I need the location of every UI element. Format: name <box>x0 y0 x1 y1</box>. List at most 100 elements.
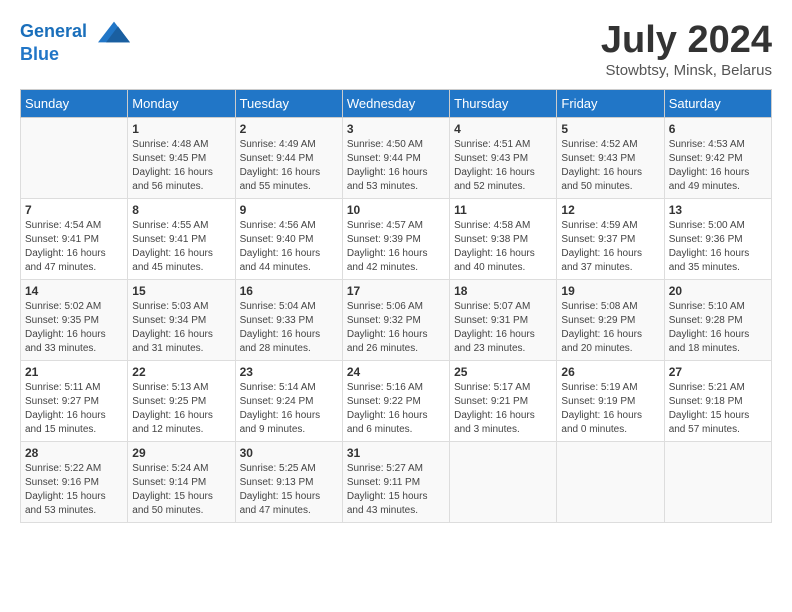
day-sun-info: Sunrise: 4:48 AM Sunset: 9:45 PM Dayligh… <box>132 138 230 194</box>
calendar-cell: 3Sunrise: 4:50 AM Sunset: 9:44 PM Daylig… <box>342 117 449 198</box>
calendar-cell: 10 Sunrise: 4:57 AM Sunset: 9:39 PM Dayli… <box>342 198 449 279</box>
calendar-cell: 8 Sunrise: 4:55 AM Sunset: 9:41 PM Daylig… <box>128 198 235 279</box>
title-block: July 2024 Stowbtsy, Minsk, Belarus <box>601 20 772 79</box>
location-subtitle: Stowbtsy, Minsk, Belarus <box>601 62 772 79</box>
day-sun-info: Sunrise: 5:22 AM Sunset: 9:16 PM Dayligh… <box>25 462 123 518</box>
day-of-week-header: Sunday <box>21 89 128 117</box>
calendar-cell: 29 Sunrise: 5:24 AM Sunset: 9:14 PM Dayli… <box>128 441 235 522</box>
day-sun-info: Sunrise: 5:14 AM Sunset: 9:24 PM Dayligh… <box>240 381 338 437</box>
day-sun-info: Sunrise: 4:53 AM Sunset: 9:42 PM Dayligh… <box>669 138 767 194</box>
day-number: 19 <box>561 284 659 298</box>
logo-text: General <box>20 20 132 44</box>
calendar-cell: 26 Sunrise: 5:19 AM Sunset: 9:19 PM Dayli… <box>557 360 664 441</box>
day-sun-info: Sunrise: 5:21 AM Sunset: 9:18 PM Dayligh… <box>669 381 767 437</box>
calendar-cell: 9Sunrise: 4:56 AM Sunset: 9:40 PM Daylig… <box>235 198 342 279</box>
calendar-week-row: 28Sunrise: 5:22 AM Sunset: 9:16 PM Dayli… <box>21 441 772 522</box>
calendar-cell: 19 Sunrise: 5:08 AM Sunset: 9:29 PM Dayli… <box>557 279 664 360</box>
day-number: 20 <box>669 284 767 298</box>
month-year-title: July 2024 <box>601 20 772 62</box>
day-of-week-header: Monday <box>128 89 235 117</box>
day-sun-info: Sunrise: 5:08 AM Sunset: 9:29 PM Dayligh… <box>561 300 659 356</box>
calendar-cell: 17 Sunrise: 5:06 AM Sunset: 9:32 PM Dayli… <box>342 279 449 360</box>
day-sun-info: Sunrise: 4:51 AM Sunset: 9:43 PM Dayligh… <box>454 138 552 194</box>
day-sun-info: Sunrise: 5:19 AM Sunset: 9:19 PM Dayligh… <box>561 381 659 437</box>
day-number: 17 <box>347 284 445 298</box>
calendar-cell: 6 Sunrise: 4:53 AM Sunset: 9:42 PM Daylig… <box>664 117 771 198</box>
day-sun-info: Sunrise: 5:07 AM Sunset: 9:31 PM Dayligh… <box>454 300 552 356</box>
day-sun-info: Sunrise: 5:06 AM Sunset: 9:32 PM Dayligh… <box>347 300 445 356</box>
page-header: General Blue July 2024 Stowbtsy, Minsk, … <box>20 20 772 79</box>
day-of-week-header: Friday <box>557 89 664 117</box>
day-number: 22 <box>132 365 230 379</box>
day-number: 21 <box>25 365 123 379</box>
calendar-table: SundayMondayTuesdayWednesdayThursdayFrid… <box>20 89 772 523</box>
day-number: 15 <box>132 284 230 298</box>
day-sun-info: Sunrise: 5:24 AM Sunset: 9:14 PM Dayligh… <box>132 462 230 518</box>
day-number: 13 <box>669 203 767 217</box>
day-number: 6 <box>669 122 767 136</box>
day-number: 26 <box>561 365 659 379</box>
calendar-cell: 13 Sunrise: 5:00 AM Sunset: 9:36 PM Dayli… <box>664 198 771 279</box>
calendar-cell: 28Sunrise: 5:22 AM Sunset: 9:16 PM Dayli… <box>21 441 128 522</box>
calendar-cell: 2 Sunrise: 4:49 AM Sunset: 9:44 PM Daylig… <box>235 117 342 198</box>
calendar-cell: 12Sunrise: 4:59 AM Sunset: 9:37 PM Dayli… <box>557 198 664 279</box>
day-sun-info: Sunrise: 5:25 AM Sunset: 9:13 PM Dayligh… <box>240 462 338 518</box>
day-sun-info: Sunrise: 5:03 AM Sunset: 9:34 PM Dayligh… <box>132 300 230 356</box>
day-number: 29 <box>132 446 230 460</box>
day-number: 10 <box>347 203 445 217</box>
calendar-week-row: 21 Sunrise: 5:11 AM Sunset: 9:27 PM Dayli… <box>21 360 772 441</box>
calendar-cell: 18Sunrise: 5:07 AM Sunset: 9:31 PM Dayli… <box>450 279 557 360</box>
day-number: 11 <box>454 203 552 217</box>
day-number: 12 <box>561 203 659 217</box>
day-sun-info: Sunrise: 5:04 AM Sunset: 9:33 PM Dayligh… <box>240 300 338 356</box>
day-sun-info: Sunrise: 5:00 AM Sunset: 9:36 PM Dayligh… <box>669 219 767 275</box>
day-number: 27 <box>669 365 767 379</box>
day-of-week-header: Wednesday <box>342 89 449 117</box>
calendar-cell: 31Sunrise: 5:27 AM Sunset: 9:11 PM Dayli… <box>342 441 449 522</box>
calendar-cell: 5Sunrise: 4:52 AM Sunset: 9:43 PM Daylig… <box>557 117 664 198</box>
calendar-cell: 24Sunrise: 5:16 AM Sunset: 9:22 PM Dayli… <box>342 360 449 441</box>
day-number: 8 <box>132 203 230 217</box>
calendar-cell: 4 Sunrise: 4:51 AM Sunset: 9:43 PM Daylig… <box>450 117 557 198</box>
calendar-cell: 27 Sunrise: 5:21 AM Sunset: 9:18 PM Dayli… <box>664 360 771 441</box>
calendar-cell: 30 Sunrise: 5:25 AM Sunset: 9:13 PM Dayli… <box>235 441 342 522</box>
day-number: 24 <box>347 365 445 379</box>
day-number: 5 <box>561 122 659 136</box>
calendar-cell: 21 Sunrise: 5:11 AM Sunset: 9:27 PM Dayli… <box>21 360 128 441</box>
calendar-cell: 20 Sunrise: 5:10 AM Sunset: 9:28 PM Dayli… <box>664 279 771 360</box>
day-sun-info: Sunrise: 4:55 AM Sunset: 9:41 PM Dayligh… <box>132 219 230 275</box>
calendar-cell: 16 Sunrise: 5:04 AM Sunset: 9:33 PM Dayli… <box>235 279 342 360</box>
day-sun-info: Sunrise: 5:10 AM Sunset: 9:28 PM Dayligh… <box>669 300 767 356</box>
day-number: 1 <box>132 122 230 136</box>
day-number: 4 <box>454 122 552 136</box>
day-number: 14 <box>25 284 123 298</box>
calendar-cell: 7Sunrise: 4:54 AM Sunset: 9:41 PM Daylig… <box>21 198 128 279</box>
day-number: 31 <box>347 446 445 460</box>
day-number: 16 <box>240 284 338 298</box>
day-sun-info: Sunrise: 4:49 AM Sunset: 9:44 PM Dayligh… <box>240 138 338 194</box>
day-of-week-header: Tuesday <box>235 89 342 117</box>
day-number: 30 <box>240 446 338 460</box>
day-number: 2 <box>240 122 338 136</box>
day-number: 9 <box>240 203 338 217</box>
logo: General Blue <box>20 20 132 66</box>
calendar-cell <box>21 117 128 198</box>
day-sun-info: Sunrise: 4:54 AM Sunset: 9:41 PM Dayligh… <box>25 219 123 275</box>
day-sun-info: Sunrise: 4:57 AM Sunset: 9:39 PM Dayligh… <box>347 219 445 275</box>
day-sun-info: Sunrise: 5:17 AM Sunset: 9:21 PM Dayligh… <box>454 381 552 437</box>
day-sun-info: Sunrise: 5:13 AM Sunset: 9:25 PM Dayligh… <box>132 381 230 437</box>
day-sun-info: Sunrise: 4:58 AM Sunset: 9:38 PM Dayligh… <box>454 219 552 275</box>
calendar-cell: 23 Sunrise: 5:14 AM Sunset: 9:24 PM Dayli… <box>235 360 342 441</box>
day-sun-info: Sunrise: 5:02 AM Sunset: 9:35 PM Dayligh… <box>25 300 123 356</box>
calendar-cell: 11 Sunrise: 4:58 AM Sunset: 9:38 PM Dayli… <box>450 198 557 279</box>
calendar-cell <box>664 441 771 522</box>
logo-text2: Blue <box>20 44 132 66</box>
day-of-week-header: Saturday <box>664 89 771 117</box>
day-sun-info: Sunrise: 4:50 AM Sunset: 9:44 PM Dayligh… <box>347 138 445 194</box>
day-sun-info: Sunrise: 5:11 AM Sunset: 9:27 PM Dayligh… <box>25 381 123 437</box>
day-number: 25 <box>454 365 552 379</box>
calendar-cell: 14 Sunrise: 5:02 AM Sunset: 9:35 PM Dayli… <box>21 279 128 360</box>
calendar-week-row: 1 Sunrise: 4:48 AM Sunset: 9:45 PM Daylig… <box>21 117 772 198</box>
calendar-cell <box>557 441 664 522</box>
day-number: 23 <box>240 365 338 379</box>
